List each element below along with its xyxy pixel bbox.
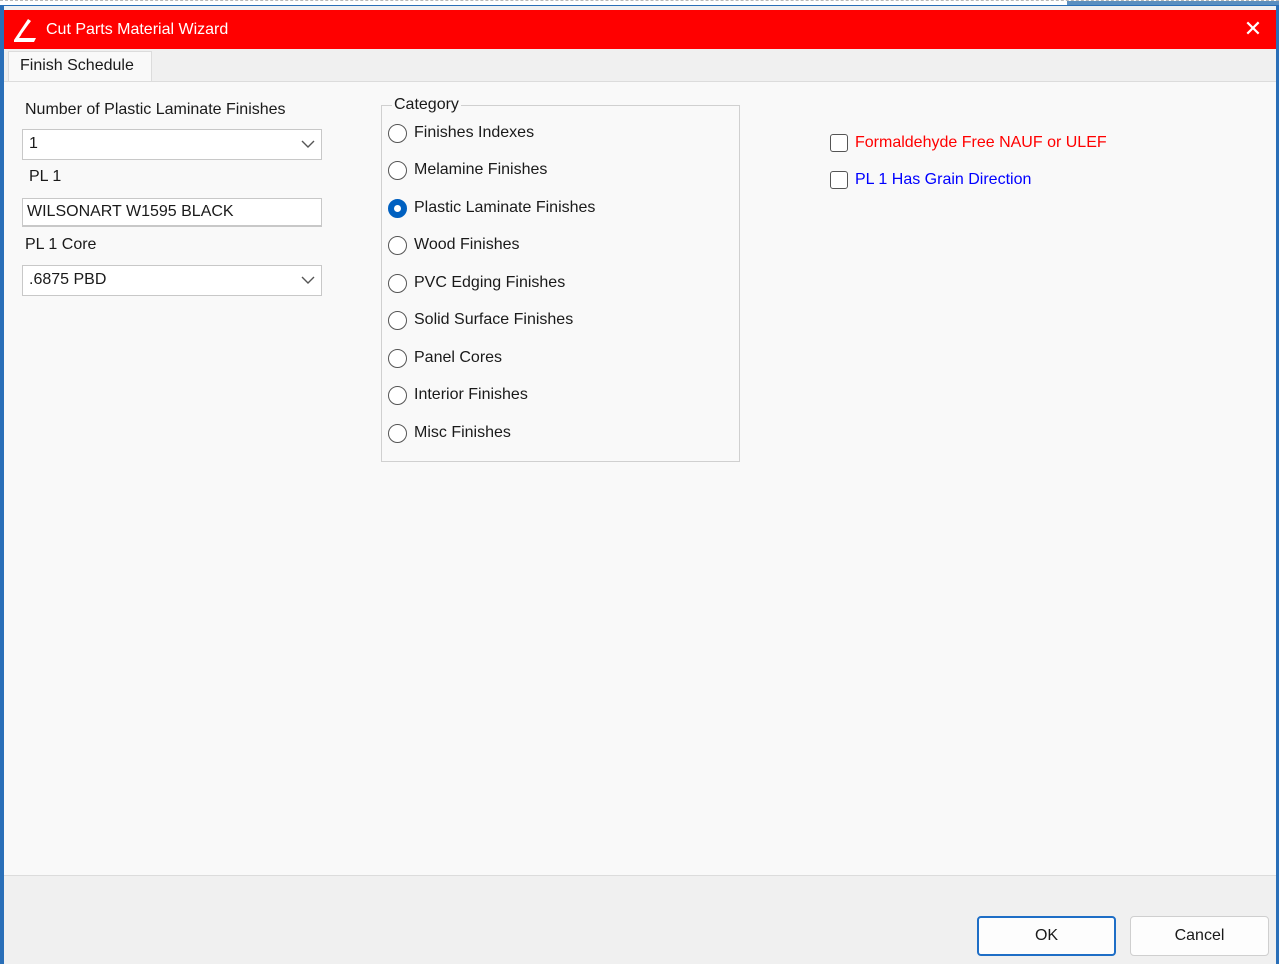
title-bar[interactable]: Cut Parts Material Wizard ✕ [4, 10, 1276, 49]
radio-button[interactable] [388, 123, 407, 143]
radio-button[interactable] [388, 348, 407, 368]
ok-button[interactable]: OK [977, 916, 1116, 956]
grain-direction-checkbox[interactable] [830, 171, 848, 189]
radio-button[interactable] [388, 423, 407, 443]
grain-checkbox-row[interactable]: PL 1 Has Grain Direction [830, 169, 1031, 191]
radio-solid-surface-finishes[interactable]: Solid Surface Finishes [388, 309, 573, 331]
pl1-label: PL 1 [29, 168, 62, 185]
close-icon[interactable]: ✕ [1240, 16, 1266, 42]
formaldehyde-checkbox[interactable] [830, 134, 848, 152]
radio-label: PVC Edging Finishes [414, 274, 566, 291]
app-logo-icon [14, 18, 36, 42]
radio-label: Interior Finishes [414, 386, 528, 403]
radio-interior-finishes[interactable]: Interior Finishes [388, 384, 528, 406]
tab-strip: Finish Schedule [4, 49, 1276, 82]
radio-pvc-edging-finishes[interactable]: PVC Edging Finishes [388, 272, 565, 294]
radio-panel-cores[interactable]: Panel Cores [388, 347, 502, 369]
chevron-down-icon [301, 276, 315, 284]
radio-button[interactable] [388, 160, 407, 180]
formaldehyde-checkbox-row[interactable]: Formaldehyde Free NAUF or ULEF [830, 132, 1107, 154]
radio-label: Melamine Finishes [414, 161, 548, 178]
radio-button[interactable] [388, 310, 407, 330]
core-label: PL 1 Core [25, 236, 97, 253]
radio-finishes-indexes[interactable]: Finishes Indexes [388, 122, 534, 144]
radio-label: Panel Cores [414, 349, 503, 366]
radio-button[interactable] [388, 235, 407, 255]
radio-label: Plastic Laminate Finishes [414, 199, 596, 216]
radio-wood-finishes[interactable]: Wood Finishes [388, 234, 520, 256]
core-value: .6875 PBD [29, 271, 107, 288]
count-label: Number of Plastic Laminate Finishes [25, 101, 286, 118]
radio-label: Finishes Indexes [414, 124, 535, 141]
radio-misc-finishes[interactable]: Misc Finishes [388, 422, 511, 444]
finish-schedule-panel: Number of Plastic Laminate Finishes 1 PL… [4, 81, 1276, 876]
pl1-finish-value: WILSONART W1595 BLACK [27, 203, 234, 220]
button-bar: OK Cancel [4, 876, 1276, 964]
chevron-down-icon [301, 140, 315, 148]
core-dropdown[interactable]: .6875 PBD [22, 265, 322, 296]
cancel-button[interactable]: Cancel [1130, 916, 1269, 956]
tab-finish-schedule[interactable]: Finish Schedule [8, 51, 152, 82]
category-legend: Category [392, 96, 461, 114]
radio-button[interactable] [388, 385, 407, 405]
radio-label: Wood Finishes [414, 236, 520, 253]
window-title: Cut Parts Material Wizard [46, 20, 229, 38]
radio-button[interactable] [388, 273, 407, 293]
category-group: Category Finishes Indexes Melamine Finis… [381, 96, 740, 462]
pl1-finish-field[interactable]: WILSONART W1595 BLACK [22, 198, 322, 227]
count-value: 1 [29, 135, 38, 152]
radio-label: Misc Finishes [414, 424, 511, 441]
grain-direction-label: PL 1 Has Grain Direction [855, 171, 1032, 188]
formaldehyde-label: Formaldehyde Free NAUF or ULEF [855, 134, 1107, 151]
radio-label: Solid Surface Finishes [414, 311, 574, 328]
radio-button-selected[interactable] [388, 198, 407, 218]
radio-melamine-finishes[interactable]: Melamine Finishes [388, 159, 547, 181]
count-dropdown[interactable]: 1 [22, 129, 322, 160]
radio-plastic-laminate-finishes[interactable]: Plastic Laminate Finishes [388, 197, 595, 219]
wizard-window: Cut Parts Material Wizard ✕ Finish Sched… [0, 5, 1279, 964]
